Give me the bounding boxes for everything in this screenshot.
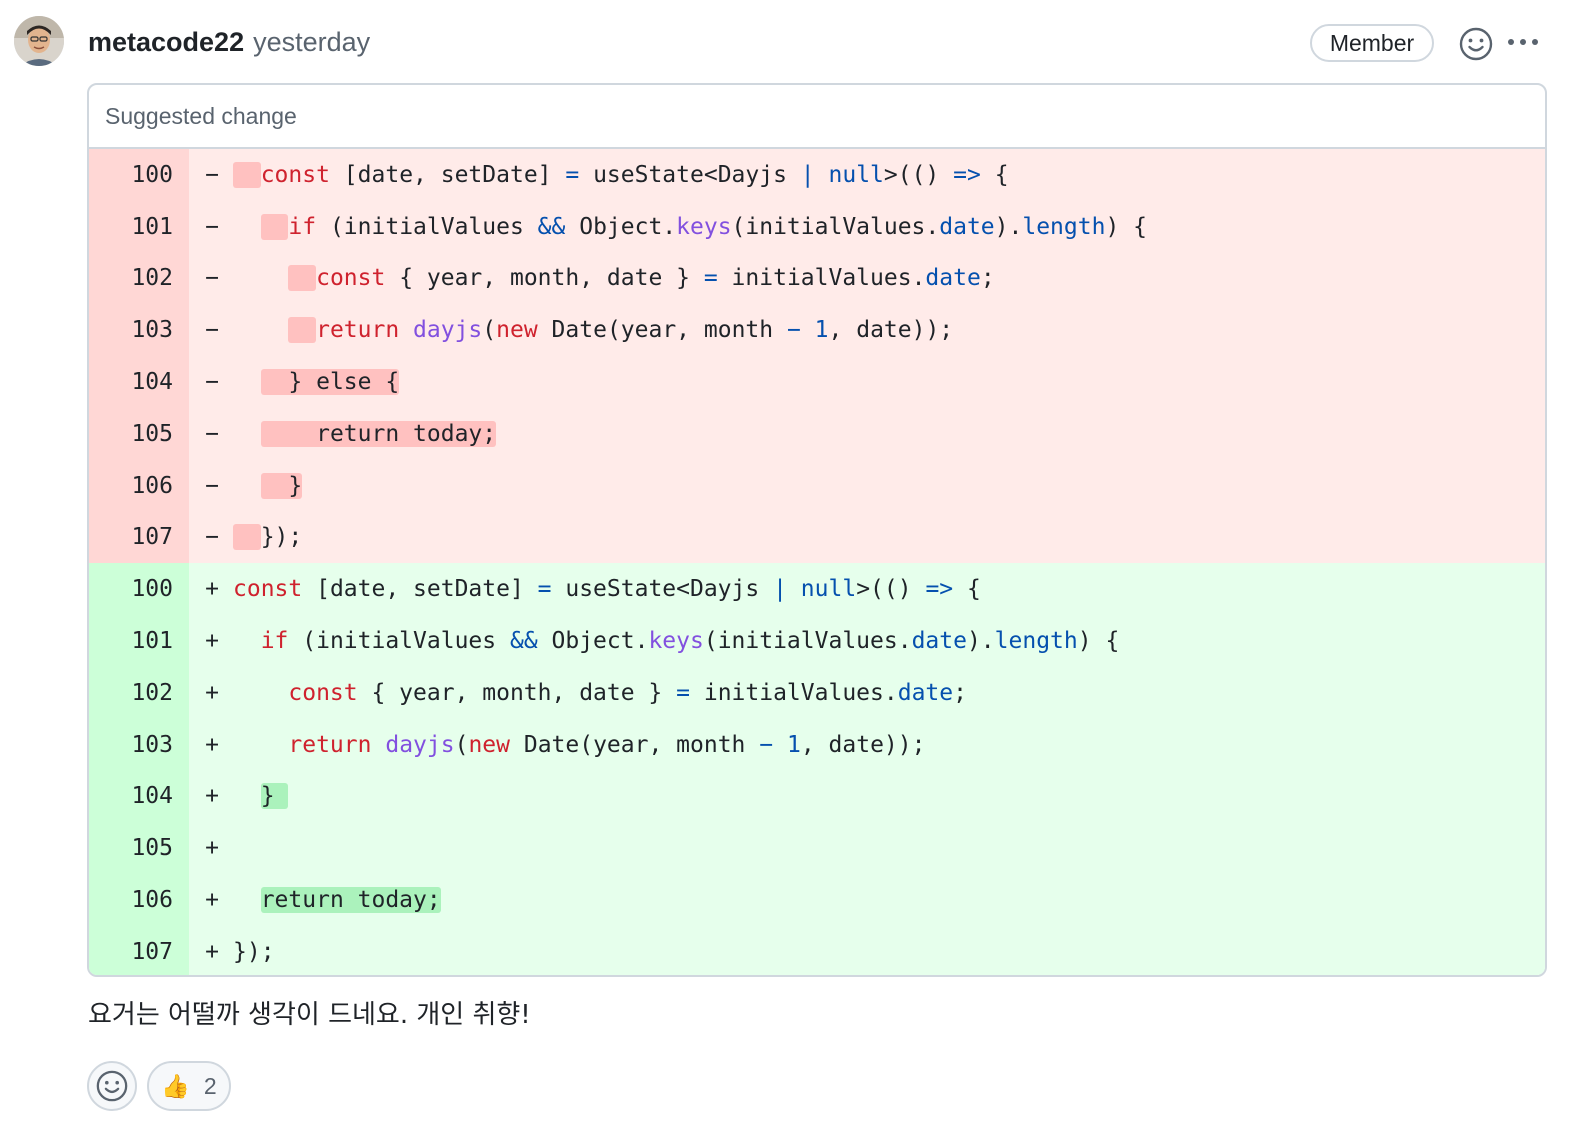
code-line: return today; — [233, 420, 497, 447]
line-number[interactable]: 107 — [89, 511, 189, 564]
code-line: return dayjs(new Date(year, month − 1, d… — [288, 731, 926, 758]
kebab-horizontal-icon[interactable] — [1504, 30, 1544, 54]
code-line: } — [233, 472, 303, 499]
diff-table: 100 − const [date, setDate] = useState<D… — [89, 149, 1545, 975]
comment-body: 요거는 어떨까 생각이 드네요. 개인 취향! — [88, 1000, 531, 1030]
author-link[interactable]: metacode22 — [88, 27, 244, 58]
ws-highlight: return today; — [260, 420, 497, 447]
smiley-icon[interactable] — [1458, 26, 1494, 62]
role-badge: Member — [1310, 24, 1434, 62]
diff-row-added: 100 + const [date, setDate] = useState<D… — [89, 563, 1545, 616]
line-number[interactable]: 100 — [89, 563, 189, 616]
change-highlight: } — [260, 783, 289, 810]
line-number[interactable]: 104 — [89, 770, 189, 823]
line-number[interactable]: 101 — [89, 200, 189, 253]
diff-marker: + — [205, 887, 219, 914]
line-number[interactable]: 103 — [89, 718, 189, 771]
line-number[interactable]: 105 — [89, 407, 189, 460]
diff-marker: + — [205, 679, 219, 706]
line-number[interactable]: 100 — [89, 149, 189, 201]
diff-marker: + — [205, 938, 219, 965]
user-avatar-icon — [14, 16, 64, 66]
code-line: } — [233, 783, 289, 810]
code-line: const { year, month, date } = initialVal… — [233, 265, 995, 292]
diff-marker: + — [205, 628, 219, 655]
diff-marker: − — [205, 317, 219, 344]
add-reaction-button[interactable] — [87, 1061, 137, 1111]
diff-row-added: 101 + if (initialValues && Object.keys(i… — [89, 615, 1545, 667]
diff-row-added: 102 + const { year, month, date } = init… — [89, 666, 1545, 719]
diff-row-added: 104 + } — [89, 770, 1545, 823]
timestamp-link[interactable]: yesterday — [253, 27, 370, 58]
diff-marker: − — [205, 265, 219, 292]
diff-row-removed: 103 − return dayjs(new Date(year, month … — [89, 304, 1545, 357]
avatar[interactable] — [14, 16, 64, 66]
reaction-thumbs-up-button[interactable]: 👍 2 — [147, 1061, 231, 1111]
diff-marker: + — [205, 731, 219, 758]
diff-row-removed: 107 − }); — [89, 511, 1545, 564]
ws-highlight — [260, 213, 289, 240]
diff-row-removed: 104 − } else { — [89, 356, 1545, 408]
diff-row-added: 107 + }); — [89, 925, 1545, 975]
suggestion-title: Suggested change — [89, 85, 1545, 149]
thumbs-up-emoji-icon: 👍 — [161, 1072, 190, 1099]
diff-marker: − — [205, 213, 219, 240]
diff-row-removed: 106 − } — [89, 459, 1545, 512]
ws-highlight: } — [260, 472, 303, 499]
diff-row-added: 103 + return dayjs(new Date(year, month … — [89, 718, 1545, 771]
diff-marker: + — [205, 835, 219, 862]
diff-row-removed: 101 − if (initialValues && Object.keys(i… — [89, 200, 1545, 253]
diff-row-removed: 105 − return today; — [89, 407, 1545, 460]
diff-marker: − — [205, 161, 219, 188]
line-number[interactable]: 107 — [89, 925, 189, 975]
code-line: const { year, month, date } = initialVal… — [288, 679, 967, 706]
line-number[interactable]: 105 — [89, 822, 189, 875]
diff-marker: − — [205, 420, 219, 447]
ws-highlight — [233, 524, 261, 551]
line-number[interactable]: 106 — [89, 459, 189, 512]
diff-marker: − — [205, 369, 219, 396]
diff-marker: − — [205, 472, 219, 499]
diff-row-added: 105 + — [89, 822, 1545, 875]
line-number[interactable]: 102 — [89, 666, 189, 719]
code-line: }); — [233, 524, 302, 551]
ws-highlight — [288, 317, 317, 344]
ws-highlight: } else { — [260, 369, 400, 396]
diff-marker: + — [205, 783, 219, 810]
code-line: if (initialValues && Object.keys(initial… — [233, 213, 1147, 240]
code-line: if (initialValues && Object.keys(initial… — [260, 628, 1120, 655]
reaction-count: 2 — [203, 1072, 217, 1099]
line-number[interactable]: 102 — [89, 252, 189, 305]
code-line: const [date, setDate] = useState<Dayjs |… — [233, 161, 1009, 188]
diff-row-removed: 102 − const { year, month, date } = init… — [89, 252, 1545, 305]
line-number[interactable]: 101 — [89, 615, 189, 667]
line-number[interactable]: 103 — [89, 304, 189, 357]
code-line: return dayjs(new Date(year, month − 1, d… — [233, 317, 953, 344]
code-line: return today; — [233, 887, 441, 914]
comment-header: metacode22 yesterday — [88, 22, 370, 62]
line-number[interactable]: 106 — [89, 874, 189, 926]
ws-highlight — [233, 161, 261, 188]
diff-row-removed: 100 − const [date, setDate] = useState<D… — [89, 149, 1545, 201]
diff-row-added: 106 + return today; — [89, 874, 1545, 926]
change-highlight: return today; — [260, 887, 441, 914]
code-line: }); — [233, 938, 275, 965]
smiley-icon — [96, 1070, 128, 1102]
line-number[interactable]: 104 — [89, 356, 189, 408]
suggested-change: Suggested change 100 − const [date, setD… — [87, 83, 1547, 977]
diff-marker: + — [205, 576, 219, 603]
diff-marker: − — [205, 524, 219, 551]
code-line: const [date, setDate] = useState<Dayjs |… — [233, 576, 981, 603]
code-line: } else { — [233, 369, 400, 396]
ws-highlight — [288, 265, 317, 292]
